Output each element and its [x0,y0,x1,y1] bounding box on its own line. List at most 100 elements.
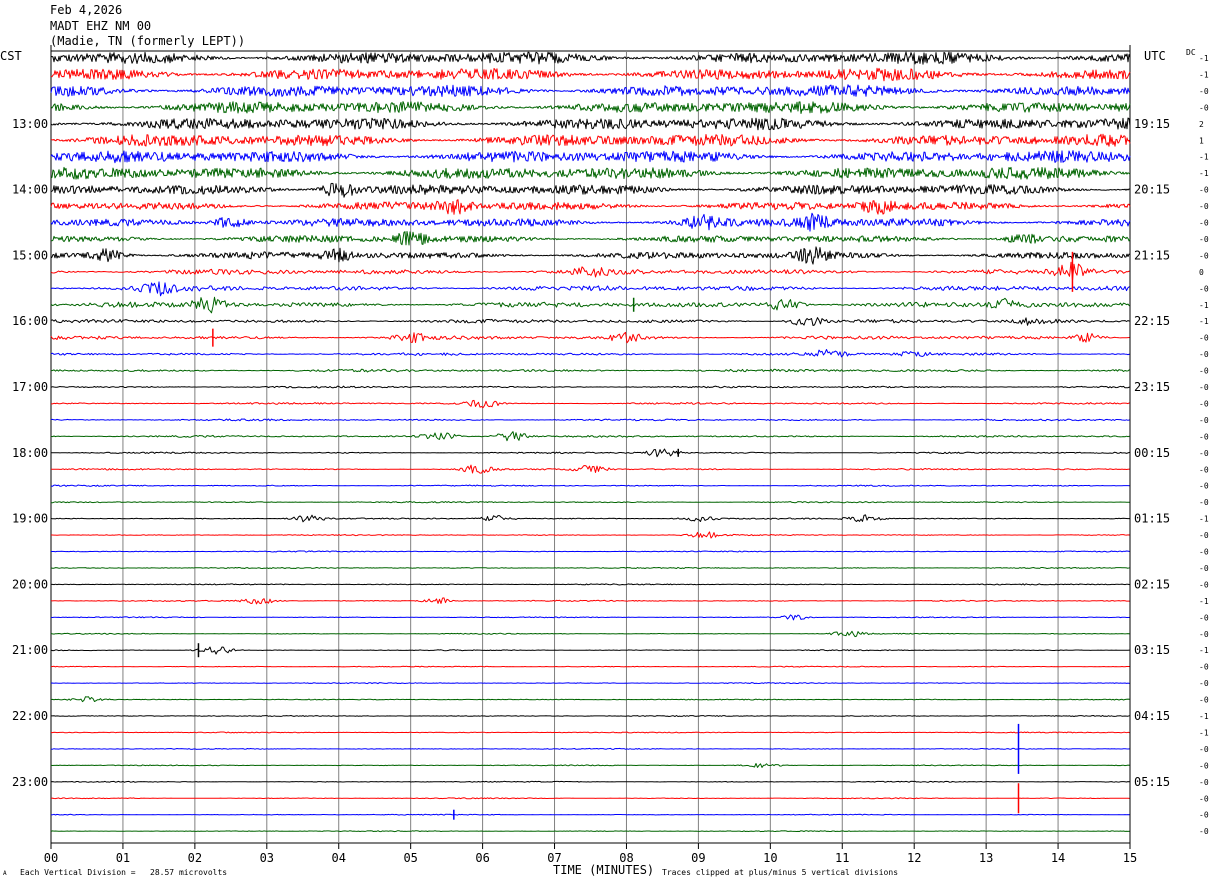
x-tick-label: 05 [403,851,417,865]
utc-hour-label: 05:15 [1134,775,1170,789]
x-tick-label: 14 [1051,851,1065,865]
dc-offset-label: -0 [1199,202,1209,211]
dc-offset-label: -1 [1199,646,1209,655]
seismic-trace [50,67,1131,82]
seismic-trace [50,182,1131,198]
dc-offset-label: -1 [1199,597,1209,606]
dc-offset-label: -1 [1199,301,1209,310]
dc-offset-label: -0 [1199,531,1209,540]
seismic-trace [51,583,1130,586]
utc-hour-label: 03:15 [1134,643,1170,657]
dc-offset-label: -0 [1199,465,1209,474]
utc-hour-label: 21:15 [1134,248,1170,262]
seismic-trace [50,84,1131,97]
dc-offset-label: -1 [1199,70,1209,79]
x-tick-label: 11 [835,851,849,865]
cst-hour-label: 23:00 [12,775,48,789]
cst-hour-label: 22:00 [12,709,48,723]
seismic-trace [50,199,1131,215]
seismic-trace [50,246,1131,265]
dc-offset-label: 0 [1199,268,1204,277]
seismic-trace [50,514,1130,523]
utc-hour-label: 01:15 [1134,512,1170,526]
dc-offset-label: -0 [1199,350,1209,359]
dc-offset-label: -1 [1199,54,1209,63]
dc-offset-label: -0 [1199,827,1209,836]
dc-offset-label: -1 [1199,515,1209,524]
dc-offset-label: -0 [1199,251,1209,260]
utc-hour-label: 04:15 [1134,709,1170,723]
dc-offset-label: -0 [1199,186,1209,195]
seismic-trace [50,665,1130,668]
cst-hour-label: 20:00 [12,577,48,591]
seismic-trace [51,715,1130,717]
cst-hour-label: 17:00 [12,380,48,394]
dc-offset-label: -0 [1199,630,1209,639]
seismic-trace [51,550,1130,553]
dc-offset-label: -0 [1199,696,1209,705]
x-tick-label: 10 [763,851,777,865]
dc-offset-label: -0 [1199,548,1209,557]
seismic-trace [51,399,1130,409]
utc-hour-label: 23:15 [1134,380,1170,394]
seismic-trace [50,261,1130,281]
seismic-trace [50,133,1131,147]
seismic-trace [50,431,1130,442]
x-axis-title: TIME (MINUTES) [553,863,655,877]
seismic-trace [50,385,1130,389]
utc-hour-label: 19:15 [1134,117,1170,131]
x-tick-label: 13 [979,851,993,865]
dc-offset-label: -0 [1199,383,1209,392]
utc-hour-label: 20:15 [1134,183,1170,197]
seismic-trace [50,368,1130,373]
dc-offset-label: -0 [1199,432,1209,441]
cst-hour-label: 19:00 [12,512,48,526]
dc-offset-label: -0 [1199,564,1209,573]
scale-note: Each Vertical Division = 28.57 microvolt… [20,868,228,877]
dc-offset-label: -0 [1199,449,1209,458]
x-tick-label: 06 [475,851,489,865]
seismic-trace [51,501,1130,504]
dc-offset-label: -0 [1199,745,1209,754]
x-tick-label: 01 [116,851,130,865]
seismic-traces [50,51,1131,833]
dc-offset-label: -0 [1199,334,1209,343]
dc-offset-label: -0 [1199,367,1209,376]
seismic-trace [51,531,1130,539]
dc-offset-label: -0 [1199,87,1209,96]
dc-offset-label: -0 [1199,284,1209,293]
dc-offset-label: -0 [1199,103,1209,112]
seismic-trace [50,317,1130,326]
dc-offset-label: -0 [1199,416,1209,425]
dc-offset-label: 1 [1199,136,1204,145]
dc-offset-label: -1 [1199,169,1209,178]
dc-offset-label: -1 [1199,317,1209,326]
seismic-trace [50,150,1131,164]
seismic-trace [50,763,1130,768]
dc-offset-label: -0 [1199,811,1209,820]
cst-hour-label: 15:00 [12,248,48,262]
seismic-trace [50,484,1130,487]
seismic-trace [50,630,1130,638]
seismic-trace [50,747,1130,750]
seismic-trace [50,614,1130,621]
seismic-trace [50,566,1130,569]
x-tick-label: 04 [332,851,346,865]
seismic-trace [50,448,1130,458]
clip-note: Traces clipped at plus/minus 5 vertical … [662,868,899,877]
x-tick-label: 15 [1123,851,1137,865]
seismic-trace [51,231,1131,246]
cst-hour-label: 14:00 [12,183,48,197]
cst-hour-label: 13:00 [12,117,48,131]
helicorder-plot: 00 01 02 03 04 05 06 07 08 09 10 11 12 13 14 1513:0014:… [12,45,1209,865]
seismic-trace [50,682,1130,685]
seismic-trace [50,813,1130,816]
cst-hour-label: 18:00 [12,446,48,460]
dc-offset-label: -0 [1199,399,1209,408]
dc-offset-label: -0 [1199,794,1209,803]
seismic-trace [50,101,1131,114]
dc-offset-label: -0 [1199,613,1209,622]
cst-hour-label: 21:00 [12,643,48,657]
dc-offset-label: -0 [1199,235,1209,244]
utc-hour-label: 22:15 [1134,314,1170,328]
